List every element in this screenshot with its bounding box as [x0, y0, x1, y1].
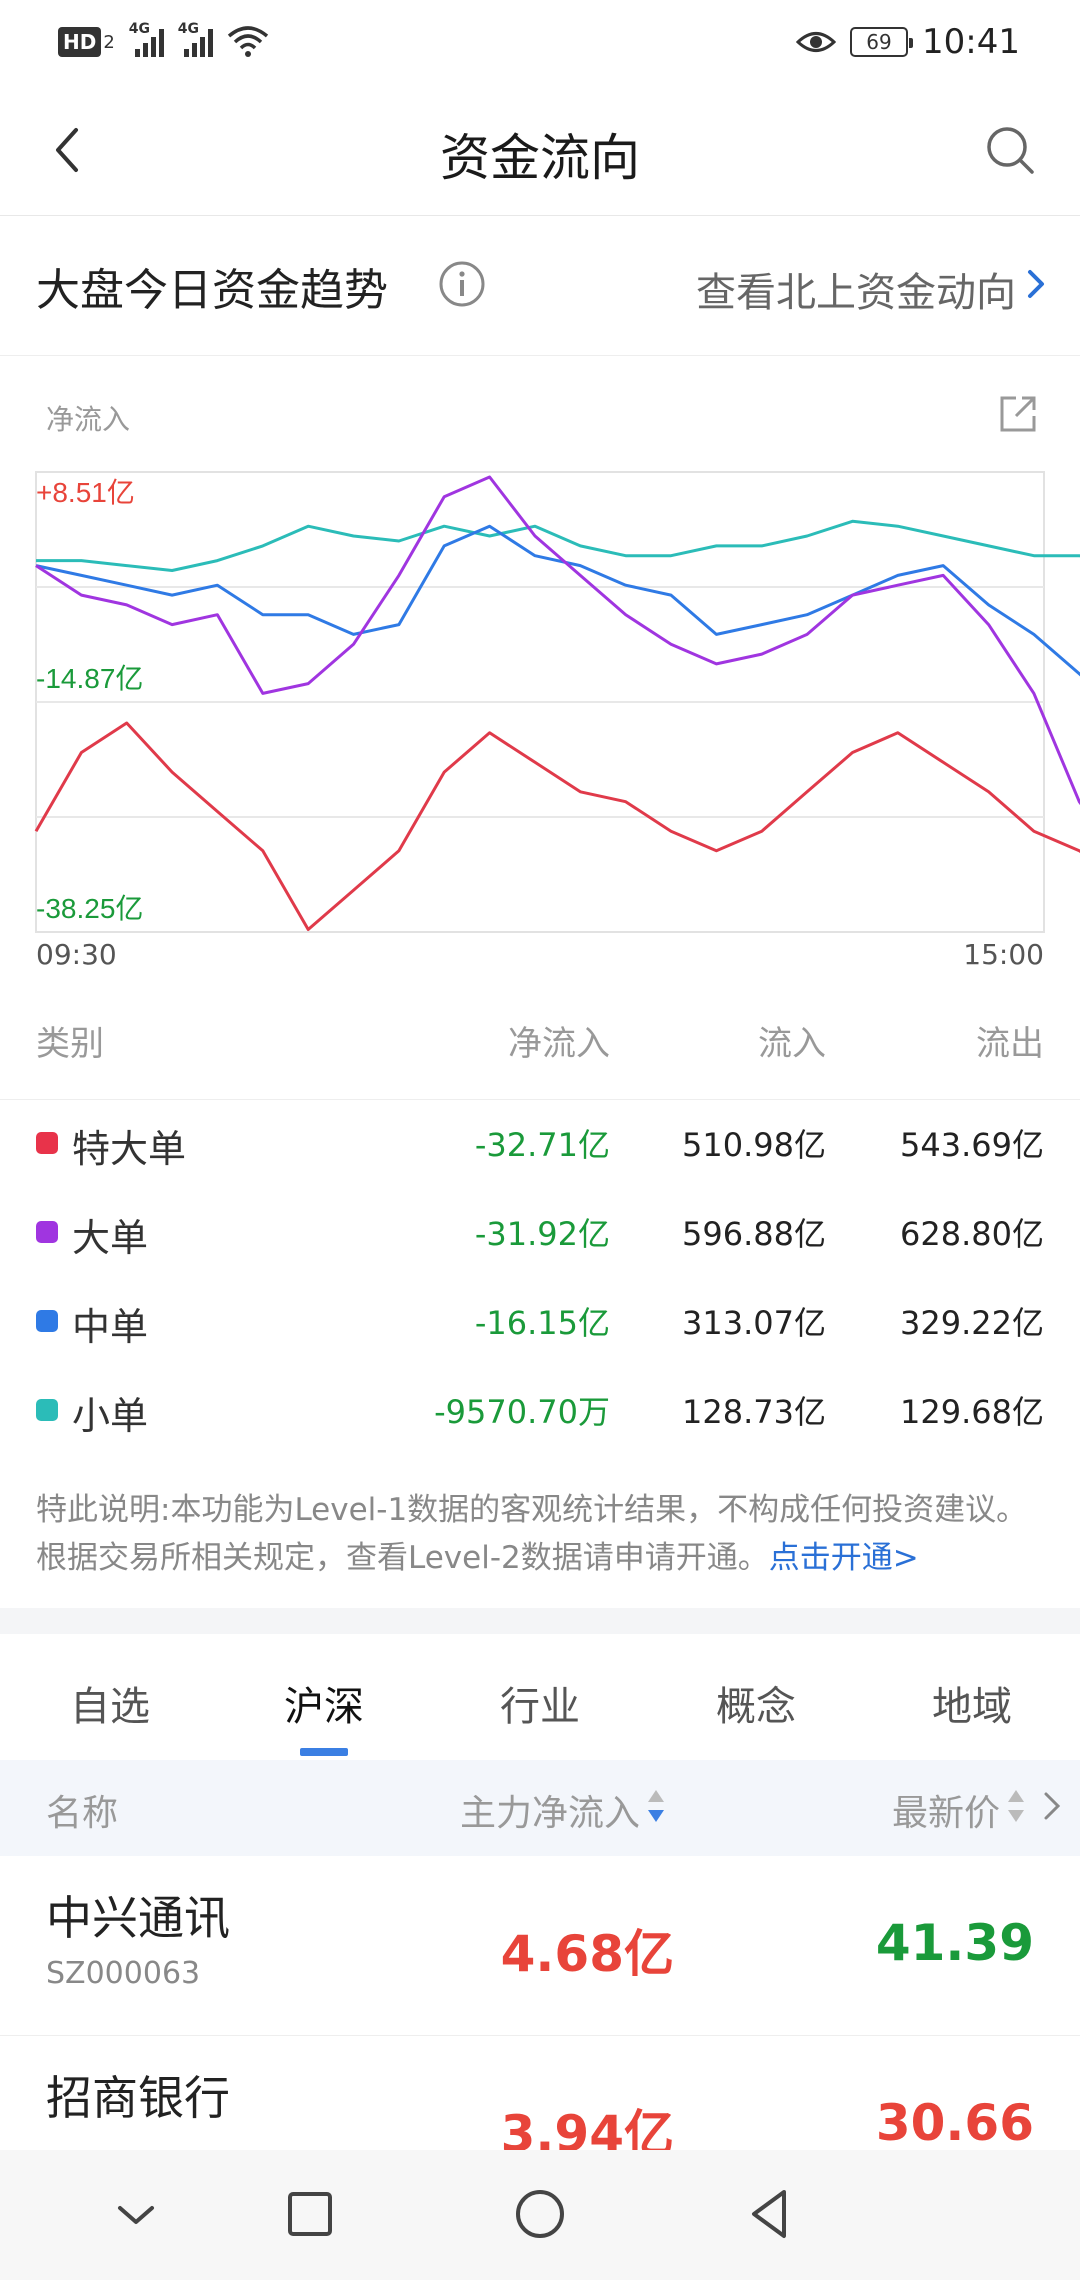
- chevron-right-icon[interactable]: [1020, 264, 1052, 304]
- stock-row[interactable]: 中兴通讯 SZ000063 4.68亿 41.39: [0, 1856, 1080, 2036]
- tab-watchlist[interactable]: 自选: [40, 1674, 180, 1732]
- chevron-right-icon[interactable]: [1040, 1788, 1064, 1824]
- signal-icon: 4G: [129, 21, 164, 57]
- stock-name: 中兴通讯: [46, 1891, 230, 1945]
- tab-region[interactable]: 地域: [902, 1674, 1042, 1732]
- market-trend-row: 大盘今日资金趋势 查看北上资金动向: [0, 216, 1080, 356]
- y-axis-label: -14.87亿: [36, 663, 143, 694]
- signal-icon: 4G: [178, 21, 213, 57]
- net-inflow-chart: +8.51亿 -14.87亿 -38.25亿: [34, 471, 1080, 933]
- stock-main-flow: 4.68亿: [500, 1925, 674, 1983]
- row-out: 129.68亿: [900, 1393, 1044, 1431]
- series-line-3: [34, 721, 1080, 931]
- header-out: 流出: [976, 1024, 1044, 1064]
- row-in: 313.07亿: [682, 1304, 826, 1342]
- home-icon[interactable]: [510, 2184, 570, 2244]
- battery-icon: 69: [850, 27, 914, 57]
- sort-by-main-flow[interactable]: 主力净流入: [460, 1784, 640, 1836]
- search-icon[interactable]: [980, 120, 1040, 180]
- system-nav-bar: [0, 2150, 1080, 2280]
- stock-price: 41.39: [875, 1914, 1034, 1972]
- stock-code: SZ000063: [46, 1956, 201, 1991]
- app-header: 资金流向: [0, 92, 1080, 216]
- x-axis-end: 15:00: [963, 938, 1044, 971]
- row-out: 628.80亿: [900, 1215, 1044, 1253]
- color-swatch: [36, 1221, 58, 1243]
- flow-row-xlarge: 特大单 -32.71亿 510.98亿 543.69亿: [0, 1106, 1080, 1194]
- open-level2-link[interactable]: 点击开通>: [769, 1540, 919, 1576]
- recent-apps-icon[interactable]: [280, 2184, 340, 2244]
- color-swatch: [36, 1310, 58, 1332]
- flow-table-header: 类别 净流入 流入 流出: [0, 1010, 1080, 1100]
- wifi-icon: [227, 26, 268, 57]
- eye-icon: [796, 32, 837, 52]
- status-bar: HD 2 4G 4G 69 10:41: [0, 0, 1080, 92]
- row-category: 中单: [72, 1305, 149, 1349]
- flow-row-large: 大单 -31.92亿 596.88亿 628.80亿: [0, 1195, 1080, 1283]
- status-right: 69 10:41: [796, 22, 1020, 62]
- info-icon[interactable]: [438, 260, 486, 308]
- chevron-down-icon[interactable]: [106, 2184, 166, 2244]
- color-swatch: [36, 1132, 58, 1154]
- active-tab-indicator: [300, 1748, 348, 1756]
- row-out: 329.22亿: [900, 1304, 1044, 1342]
- row-in: 128.73亿: [682, 1393, 826, 1431]
- tab-concept[interactable]: 概念: [686, 1674, 826, 1732]
- tab-shanghai-shenzhen[interactable]: 沪深: [254, 1674, 394, 1732]
- row-net: -9570.70万: [434, 1393, 610, 1431]
- row-in: 596.88亿: [682, 1215, 826, 1253]
- sort-icon[interactable]: [1006, 1788, 1026, 1824]
- share-icon[interactable]: [996, 392, 1040, 436]
- row-net: -32.71亿: [474, 1126, 610, 1164]
- sort-by-price[interactable]: 最新价: [892, 1784, 1000, 1836]
- color-swatch: [36, 1399, 58, 1421]
- header-category: 类别: [36, 1024, 104, 1064]
- sort-desc-icon[interactable]: [646, 1788, 666, 1824]
- header-net: 净流入: [508, 1024, 610, 1064]
- row-net: -16.15亿: [474, 1304, 610, 1342]
- hd-badge: HD: [58, 27, 102, 57]
- header-name: 名称: [46, 1793, 119, 1834]
- stock-list-header: 名称 主力净流入 最新价: [0, 1760, 1080, 1856]
- north-capital-link[interactable]: 查看北上资金动向: [696, 260, 1016, 318]
- stock-price: 30.66: [875, 2094, 1034, 2152]
- trend-title: 大盘今日资金趋势: [36, 265, 388, 316]
- chart-title: 净流入: [46, 403, 131, 436]
- row-in: 510.98亿: [682, 1126, 826, 1164]
- row-category: 大单: [72, 1216, 149, 1260]
- row-category: 小单: [72, 1394, 149, 1438]
- clock: 10:41: [922, 22, 1020, 62]
- series-line-0: [36, 519, 1080, 572]
- tab-industry[interactable]: 行业: [470, 1674, 610, 1732]
- row-net: -31.92亿: [474, 1215, 610, 1253]
- header-in: 流入: [758, 1024, 826, 1064]
- flow-row-small: 小单 -9570.70万 128.73亿 129.68亿: [0, 1373, 1080, 1461]
- stock-name: 招商银行: [46, 2071, 230, 2125]
- status-left: HD 2 4G 4G: [58, 21, 269, 58]
- disclaimer-note: 特此说明:本功能为Level-1数据的客观统计结果，不构成任何投资建议。根据交易…: [36, 1486, 1046, 1582]
- back-nav-icon[interactable]: [740, 2184, 800, 2244]
- x-axis-start: 09:30: [36, 938, 117, 971]
- y-axis-label: +8.51亿: [36, 477, 135, 508]
- hd-sub: 2: [103, 31, 115, 53]
- y-axis-label: -38.25亿: [36, 893, 143, 924]
- flow-row-medium: 中单 -16.15亿 313.07亿 329.22亿: [0, 1284, 1080, 1372]
- series-line-2: [35, 475, 1080, 806]
- row-category: 特大单: [72, 1127, 187, 1171]
- row-out: 543.69亿: [900, 1126, 1044, 1164]
- section-divider: [0, 1608, 1080, 1634]
- market-tabs: 自选 沪深 行业 概念 地域: [0, 1634, 1080, 1758]
- page-title: 资金流向: [440, 129, 640, 187]
